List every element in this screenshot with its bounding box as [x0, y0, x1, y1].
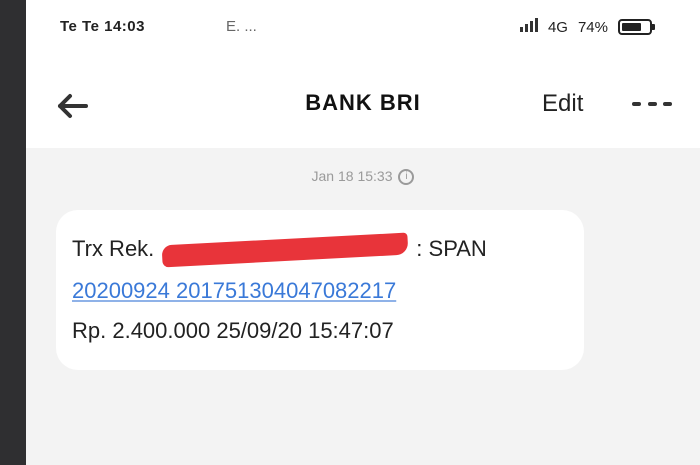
- message-after-redaction: : SPAN: [416, 236, 487, 261]
- conversation-title: BANK BRI: [305, 90, 421, 115]
- message-bubble[interactable]: Trx Rek. : SPAN 20200924 2017513040470822…: [56, 210, 584, 370]
- status-bar: Te Te 14:03 E. ... 4G 74%: [26, 0, 700, 62]
- more-horizontal-icon: [647, 102, 657, 106]
- message-line-2: 20200924 201751304047082217: [72, 278, 396, 304]
- status-time: Te Te 14:03: [60, 18, 145, 35]
- signal-icon: [519, 18, 538, 36]
- message-line-1: Trx Rek. : SPAN: [72, 232, 487, 268]
- battery-icon: [618, 19, 655, 35]
- conversation-header: BANK BRI Edit: [26, 62, 700, 148]
- device-edge: [0, 0, 26, 465]
- message-timestamp: Jan 18 15:33 i: [26, 168, 700, 186]
- edit-button[interactable]: Edit: [542, 90, 583, 118]
- message-prefix: Trx Rek.: [72, 236, 155, 261]
- redaction-mark: [161, 232, 409, 268]
- info-icon[interactable]: i: [398, 169, 415, 186]
- more-button[interactable]: [632, 92, 672, 116]
- battery-fill: [622, 23, 641, 31]
- status-notification: E. ...: [226, 18, 257, 35]
- battery-tip: [652, 24, 655, 30]
- battery-percent: 74%: [577, 18, 608, 36]
- timestamp-text: Jan 18 15:33: [311, 168, 393, 184]
- reference-link[interactable]: 20200924 201751304047082217: [72, 278, 396, 303]
- phone-screen: Te Te 14:03 E. ... 4G 74% BANK BRI Edit: [26, 0, 700, 465]
- signal-text: 4G: [547, 18, 568, 36]
- message-line-3: Rp. 2.400.000 25/09/20 15:47:07: [72, 318, 394, 343]
- more-horizontal-icon: [632, 102, 641, 106]
- more-horizontal-icon: [663, 102, 672, 106]
- status-indicators: 4G 74%: [519, 18, 655, 36]
